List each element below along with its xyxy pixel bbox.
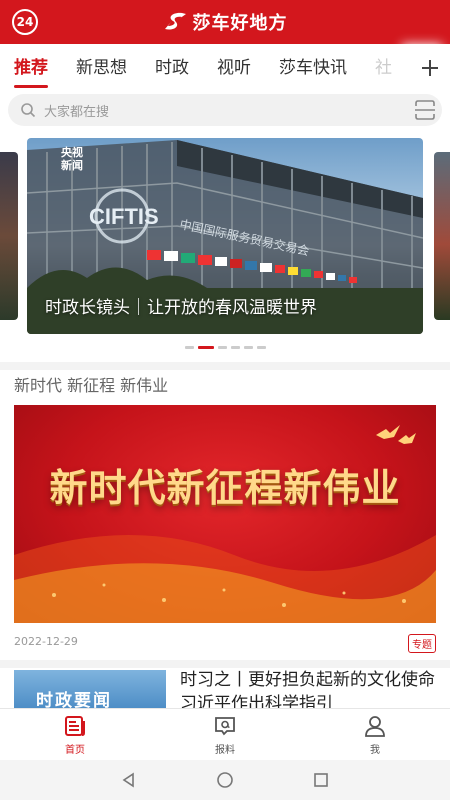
system-navigation-bar: [0, 760, 450, 800]
cctv-news-logo: 央视 新闻: [61, 146, 83, 172]
dove-icon: [376, 425, 416, 444]
section-divider: [0, 362, 450, 370]
chat-report-icon: [215, 716, 235, 735]
topic-tag-badge: 专题: [408, 634, 436, 653]
nav-home[interactable]: 首页: [0, 709, 150, 760]
cifits-sign: CIFTIS: [89, 204, 159, 229]
tab-recommend[interactable]: 推荐: [0, 44, 62, 92]
carousel-prev-slide[interactable]: [0, 152, 18, 320]
carousel-caption: 时政长镜头｜让开放的春风温暖世界: [45, 298, 317, 318]
carousel-dot[interactable]: [243, 346, 253, 349]
back-icon[interactable]: [120, 771, 138, 789]
plus-icon: [422, 60, 438, 76]
nav-me-label: 我: [370, 744, 380, 756]
search-placeholder: 大家都在搜: [44, 104, 110, 120]
scan-icon[interactable]: [414, 100, 436, 120]
home-circle-icon[interactable]: [216, 771, 234, 789]
carousel-active-slide[interactable]: CIFTIS 中国国际服务贸易交易会 央视 新闻 时政长镜头｜让开放的春风温暖世…: [27, 138, 423, 334]
person-icon: [365, 715, 385, 737]
search-bar-container: 大家都在搜: [0, 92, 450, 130]
news-thumbnail-label: 时政要闻: [36, 691, 112, 710]
tab-audiovisual[interactable]: 视听: [203, 44, 265, 92]
carousel-dot[interactable]: [217, 346, 227, 349]
app-screen: 24 莎车好地方 推荐 新思想 时政 视听 莎车快讯 社 大家都在搜 CIFTI…: [0, 0, 450, 800]
carousel-dot[interactable]: [256, 346, 266, 349]
carousel-dot[interactable]: [184, 346, 194, 349]
carousel-dot-active[interactable]: [197, 346, 214, 349]
app-header: 24 莎车好地方: [0, 0, 450, 44]
search-input[interactable]: 大家都在搜: [8, 94, 442, 126]
topic-date: 2022-12-29: [14, 635, 78, 648]
carousel-next-slide[interactable]: [434, 152, 450, 320]
bottom-navigation: 首页 报料 我: [0, 708, 450, 760]
recents-square-icon[interactable]: [312, 771, 330, 789]
tab-politics[interactable]: 时政: [141, 44, 203, 92]
nav-report[interactable]: 报料: [150, 709, 300, 760]
carousel-dot[interactable]: [230, 346, 240, 349]
tab-shache-news[interactable]: 莎车快讯: [265, 44, 361, 92]
add-channel-button[interactable]: [410, 44, 450, 92]
section-divider: [0, 660, 450, 668]
topic-banner[interactable]: 新时代新征程新伟业: [14, 405, 436, 623]
home-news-icon: [65, 715, 85, 736]
tab-new-thought[interactable]: 新思想: [62, 44, 141, 92]
nav-home-label: 首页: [65, 744, 85, 756]
banner-decoration: [14, 425, 436, 623]
news-headline[interactable]: 时习之丨更好担负起新的文化使命 习近平作出科学指引: [180, 668, 436, 710]
app-brand: 莎车好地方: [163, 9, 288, 35]
nav-me[interactable]: 我: [300, 709, 450, 760]
search-icon: [21, 103, 36, 118]
tab-society[interactable]: 社: [361, 44, 406, 92]
banner-title: 新时代新征程新伟业: [49, 465, 401, 510]
channel-tabs: 推荐 新思想 时政 视听 莎车快讯 社: [0, 44, 450, 92]
app-logo-icon: [164, 12, 186, 30]
news-carousel[interactable]: CIFTIS 中国国际服务贸易交易会 央视 新闻 时政长镜头｜让开放的春风温暖世…: [0, 130, 450, 362]
news-thumbnail[interactable]: 时政要闻: [14, 670, 166, 710]
nav-report-label: 报料: [215, 744, 235, 756]
topic-section-title[interactable]: 新时代 新征程 新伟业: [14, 372, 168, 396]
notification-badge[interactable]: 24: [12, 9, 38, 35]
app-name: 莎车好地方: [192, 13, 288, 34]
carousel-indicator: [0, 346, 450, 349]
